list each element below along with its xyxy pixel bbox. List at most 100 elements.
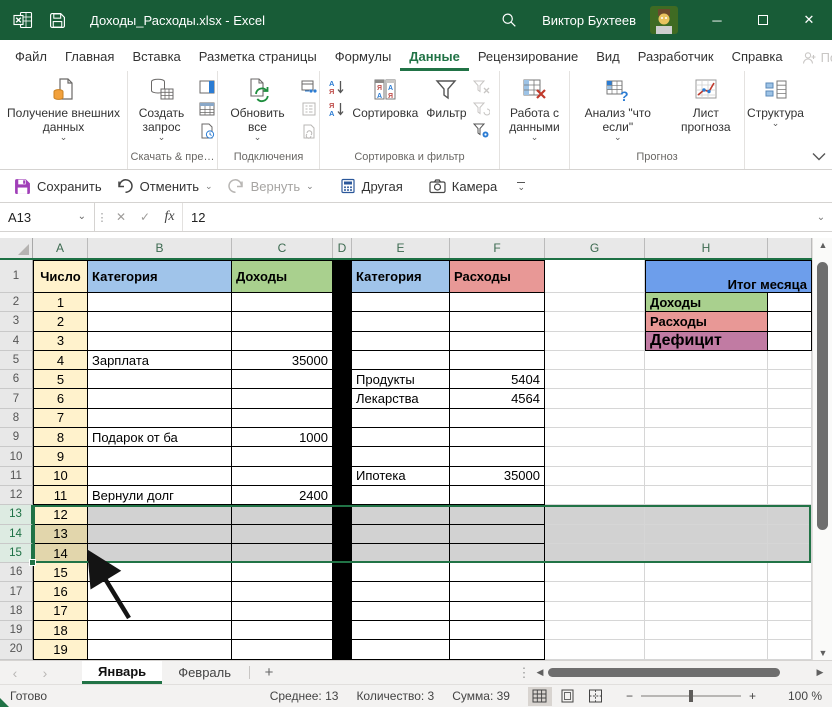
save-button[interactable]: Сохранить [14,178,102,195]
cell-H10[interactable] [645,447,768,466]
cell-D10[interactable] [333,447,352,466]
cell-H9[interactable] [645,428,768,447]
quick-save-icon[interactable] [46,9,68,31]
cell-G8[interactable] [545,409,645,428]
cell-C19[interactable] [232,621,333,640]
row-header-17[interactable]: 17 [0,582,33,601]
cell-H7[interactable] [645,389,768,408]
from-table-icon[interactable] [197,100,217,118]
cell-G4[interactable] [545,332,645,351]
add-sheet-button[interactable]: + [252,661,286,684]
cell-H19[interactable] [645,621,768,640]
cell-F7[interactable]: 4564 [450,389,545,408]
cell-H17[interactable] [645,582,768,601]
cell-G17[interactable] [545,582,645,601]
cell-E2[interactable] [352,293,450,312]
cell-G5[interactable] [545,351,645,370]
cell-D19[interactable] [333,621,352,640]
cell-I13[interactable] [768,505,812,524]
cell-G10[interactable] [545,447,645,466]
cell-A17[interactable]: 16 [33,582,88,601]
clear-filter-icon[interactable] [472,78,492,96]
row-header-3[interactable]: 3 [0,312,33,331]
cell-E20[interactable] [352,640,450,659]
col-header-D[interactable]: D [333,238,352,258]
zoom-in-icon[interactable]: + [749,689,756,703]
cell-D2[interactable] [333,293,352,312]
cell-G13[interactable] [545,505,645,524]
sheet-tab-january[interactable]: Январь [82,661,162,684]
qat-overflow-button[interactable]: ⌄ [517,182,525,190]
cell-E17[interactable] [352,582,450,601]
cell-H5[interactable] [645,351,768,370]
cell-D17[interactable] [333,582,352,601]
row-header-8[interactable]: 8 [0,409,33,428]
undo-dropdown-icon[interactable]: ⌄ [205,181,213,192]
cell-I15[interactable] [768,544,812,563]
maximize-button[interactable] [740,0,786,40]
cell-C15[interactable] [232,544,333,563]
cell-H6[interactable] [645,370,768,389]
cell-F6[interactable]: 5404 [450,370,545,389]
cell-C8[interactable] [232,409,333,428]
tab-developer[interactable]: Разработчик [629,43,723,71]
cell-H18[interactable] [645,602,768,621]
cell-A8[interactable]: 7 [33,409,88,428]
cell-G2[interactable] [545,293,645,312]
cell-A9[interactable]: 8 [33,428,88,447]
connections-icon[interactable] [299,78,319,96]
cell-D14[interactable] [333,525,352,544]
new-query-icon[interactable] [197,78,217,96]
cell-H1[interactable]: Итог месяца [645,260,812,293]
cell-F5[interactable] [450,351,545,370]
horizontal-scrollbar[interactable]: ◀ ▶ [532,661,832,684]
data-tools-button[interactable]: Работа с данными ⌄ [500,76,569,151]
cell-B15[interactable] [88,544,232,563]
row-header-11[interactable]: 11 [0,467,33,486]
cell-B4[interactable] [88,332,232,351]
cell-F15[interactable] [450,544,545,563]
col-header-A[interactable]: A [33,238,88,258]
cell-E11[interactable]: Ипотека [352,467,450,486]
cell-G15[interactable] [545,544,645,563]
cell-C11[interactable] [232,467,333,486]
cell-A1[interactable]: Число [33,260,88,293]
cell-E10[interactable] [352,447,450,466]
page-break-view-icon[interactable] [584,687,608,706]
cell-C2[interactable] [232,293,333,312]
cell-C3[interactable] [232,312,333,331]
zoom-out-icon[interactable]: − [626,689,633,703]
cell-E7[interactable]: Лекарства [352,389,450,408]
cell-A19[interactable]: 18 [33,621,88,640]
row-header-10[interactable]: 10 [0,447,33,466]
cell-I5[interactable] [768,351,812,370]
cell-A2[interactable]: 1 [33,293,88,312]
horizontal-scroll-thumb[interactable] [548,668,780,677]
cell-C18[interactable] [232,602,333,621]
cell-D8[interactable] [333,409,352,428]
cell-D7[interactable] [333,389,352,408]
cell-F12[interactable] [450,486,545,505]
cell-F18[interactable] [450,602,545,621]
cell-F14[interactable] [450,525,545,544]
cell-B14[interactable] [88,525,232,544]
row-header-14[interactable]: 14 [0,525,33,544]
cell-C7[interactable] [232,389,333,408]
row-header-19[interactable]: 19 [0,621,33,640]
properties-icon[interactable] [299,100,319,118]
cell-D6[interactable] [333,370,352,389]
cell-I20[interactable] [768,640,812,659]
cell-D15[interactable] [333,544,352,563]
cell-I3[interactable] [768,312,812,331]
cell-C12[interactable]: 2400 [232,486,333,505]
cell-C14[interactable] [232,525,333,544]
cell-C13[interactable] [232,505,333,524]
outline-button[interactable]: Структура ⌄ [744,76,807,151]
cell-B2[interactable] [88,293,232,312]
tab-page-layout[interactable]: Разметка страницы [190,43,326,71]
cell-E16[interactable] [352,563,450,582]
name-box-dropdown-icon[interactable]: ⌄ [78,214,86,220]
cell-E9[interactable] [352,428,450,447]
zoom-slider-handle[interactable] [689,690,693,702]
cell-F4[interactable] [450,332,545,351]
